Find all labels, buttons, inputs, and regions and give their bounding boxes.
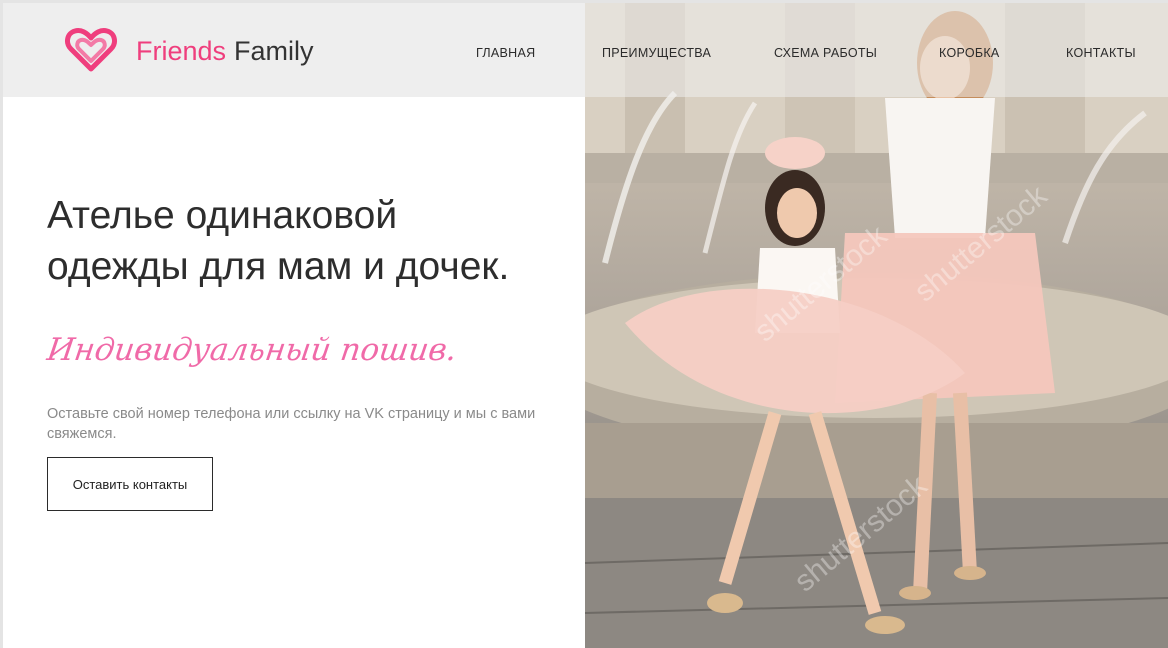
nav-item-workflow[interactable]: СХЕМА РАБОТЫ — [774, 45, 877, 61]
hero-description: Оставьте свой номер телефона или ссылку … — [47, 406, 536, 442]
hero-title-line1: Ателье одинаковой — [47, 194, 398, 237]
brand-name-part1: Friends — [136, 36, 227, 66]
nav-item-advantages[interactable]: ПРЕИМУЩЕСТВА — [602, 45, 711, 61]
leave-contacts-button[interactable]: Оставить контакты — [47, 457, 213, 511]
hero-photo-illustration: shutterstock shutterstock shutterstock — [585, 3, 1168, 648]
window-border-left — [0, 0, 3, 648]
hero-photo: shutterstock shutterstock shutterstock — [585, 3, 1168, 648]
script-tagline: Индивидуальный пошив. — [44, 332, 460, 368]
hero-title: Ателье одинаковой одежды для мам и дочек… — [47, 190, 582, 292]
brand-name[interactable]: Friends Family — [136, 35, 314, 67]
site-header: Friends Family ГЛАВНАЯ ПРЕИМУЩЕСТВА СХЕМА… — [3, 3, 1168, 97]
double-heart-icon[interactable] — [63, 27, 119, 73]
hero-title-line2: одежды для мам и дочек. — [47, 245, 510, 288]
nav-item-home[interactable]: ГЛАВНАЯ — [476, 45, 535, 61]
brand-name-part2: Family — [234, 36, 314, 66]
nav-item-contacts[interactable]: КОНТАКТЫ — [1066, 45, 1136, 61]
nav-item-box[interactable]: КОРОБКА — [939, 45, 1000, 61]
